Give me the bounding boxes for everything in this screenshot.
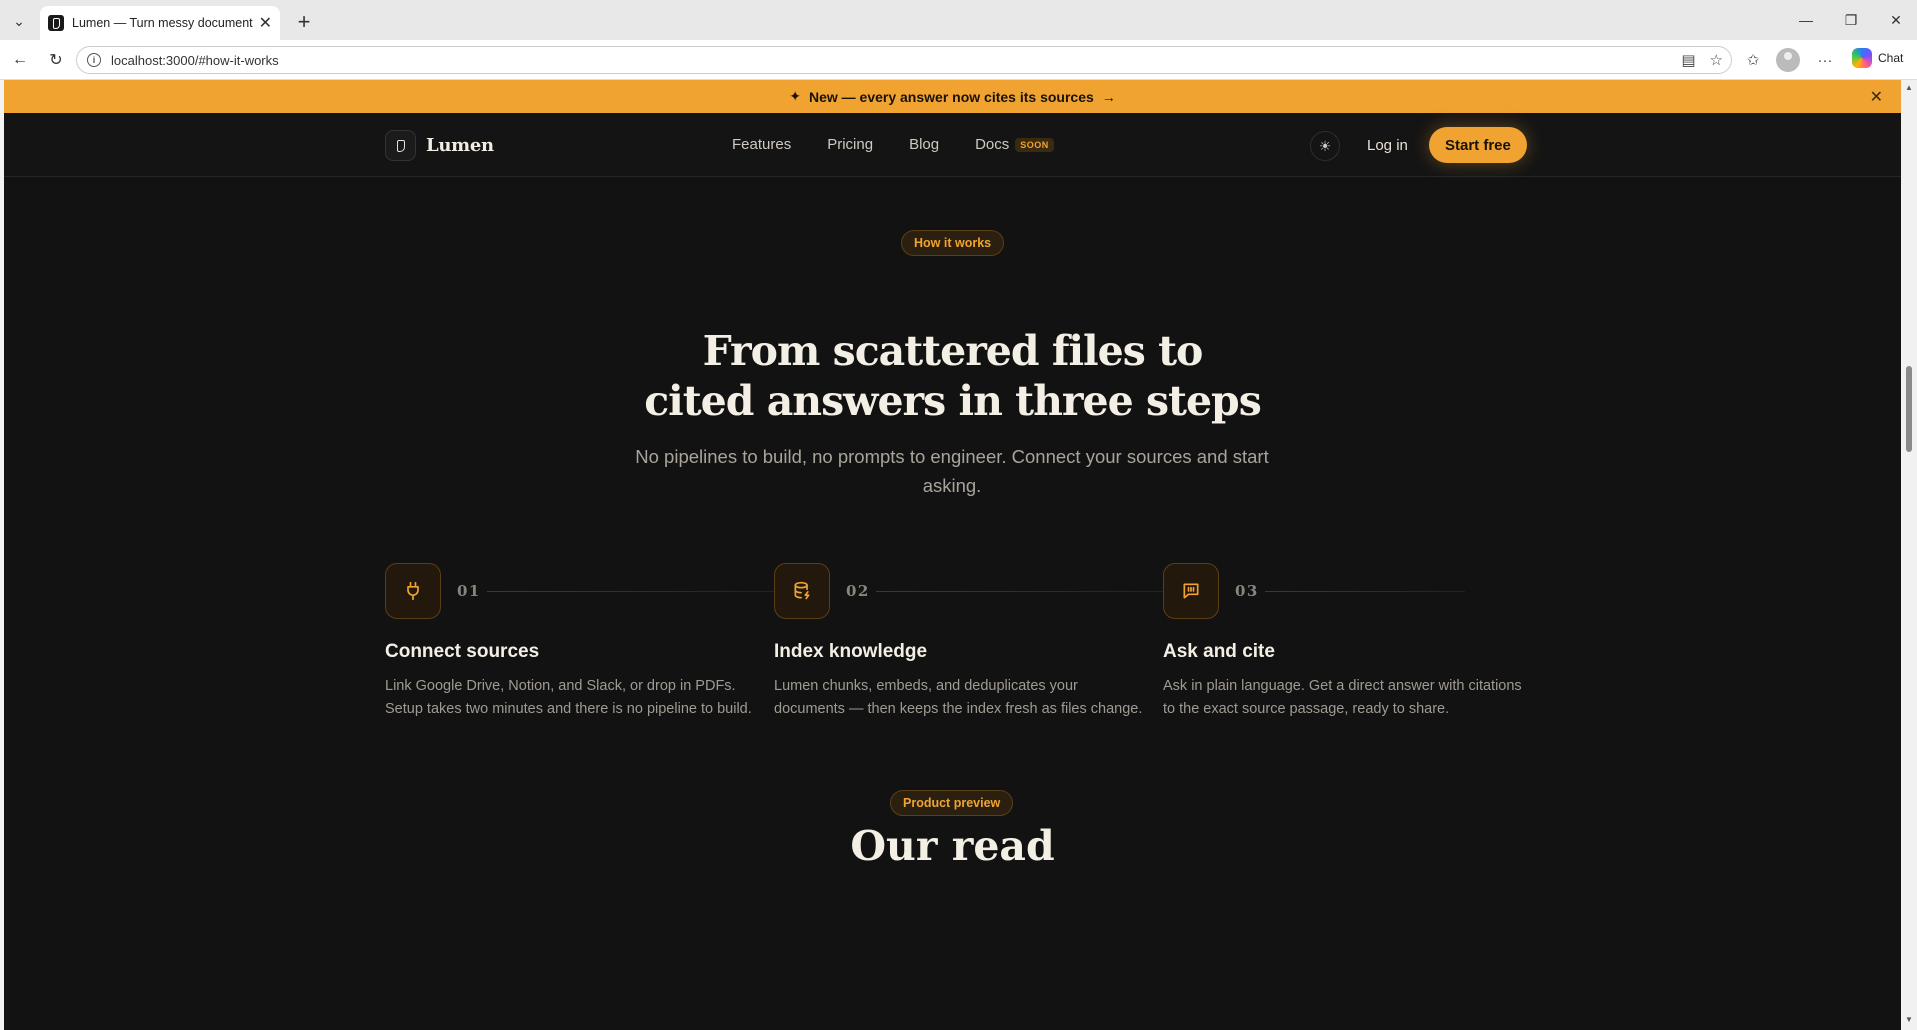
scroll-up-arrow-icon[interactable]: ▲ [1905,84,1913,92]
soon-badge: SOON [1015,137,1054,152]
step-title: Ask and cite [1163,641,1275,662]
how-it-works-pill: How it works [901,230,1005,256]
window-close-icon[interactable]: ✕ [1876,8,1916,32]
product-preview-title: Our read [850,822,1055,870]
headline-line-2: cited answers in three steps [644,377,1262,425]
favorites-icon[interactable]: ✩ [1740,48,1766,72]
step-description: Link Google Drive, Notion, and Slack, or… [385,678,752,717]
brand-name: Lumen [426,135,494,156]
database-icon [774,563,830,619]
headline-line-1: From scattered files to [702,327,1204,375]
tab-close-icon[interactable]: ✕ [259,13,272,33]
step-title: Index knowledge [774,641,928,662]
announcement-close-icon[interactable]: ✕ [1870,87,1883,107]
browser-tab-bar: ⌄ Lumen — Turn messy documents ✕ + — ❐ ✕ [0,0,1917,40]
section-headline: From scattered files to cited answers in… [4,326,1901,426]
step-title: Connect sources [385,641,540,662]
new-tab-plus-icon[interactable]: + [290,8,318,36]
sparkle-icon: ✦ [789,88,801,104]
site-info-icon[interactable]: i [87,53,101,67]
nav-link-docs-label: Docs [975,136,1010,153]
announcement-bar[interactable]: ✦ New — every answer now cites its sourc… [4,80,1901,113]
page-viewport: ✦ New — every answer now cites its sourc… [4,80,1901,1030]
copilot-chat-button[interactable]: Chat [1852,48,1903,68]
nav-link-features[interactable]: Features [732,136,791,153]
step-description: Lumen chunks, embeds, and deduplicates y… [774,678,1143,717]
start-free-button[interactable]: Start free [1429,127,1527,163]
nav-link-pricing[interactable]: Pricing [827,136,873,153]
step-number: 03 [1235,582,1259,600]
primary-nav: Features Pricing Blog Docs SOON [732,136,1054,153]
browser-tab[interactable]: Lumen — Turn messy documents ✕ [40,6,280,40]
url-text: localhost:3000/#how-it-works [111,52,279,68]
lumen-favicon-icon [48,15,64,31]
login-link[interactable]: Log in [1367,137,1408,154]
step-number: 02 [846,582,870,600]
step-connector-line [876,591,1166,592]
reload-icon[interactable]: ↻ [44,48,68,72]
address-bar-row: ← ↻ i localhost:3000/#how-it-works ▤ ☆ ✩… [0,40,1917,80]
brand-logo[interactable]: Lumen [385,130,494,161]
step-number: 01 [457,582,481,600]
tab-list-chevron-icon[interactable]: ⌄ [6,8,32,34]
plug-icon [385,563,441,619]
minimize-icon[interactable]: — [1786,8,1826,32]
back-arrow-icon[interactable]: ← [8,48,32,72]
restore-icon[interactable]: ❐ [1831,8,1871,32]
profile-avatar[interactable] [1776,48,1800,72]
scroll-down-arrow-icon[interactable]: ▼ [1905,1016,1913,1024]
site-header: Lumen Features Pricing Blog Docs SOON ☀ … [4,113,1901,177]
theme-toggle-sun-icon[interactable]: ☀ [1310,131,1340,161]
chat-icon [1163,563,1219,619]
chat-label: Chat [1878,51,1904,65]
lumen-logo-icon [385,130,416,161]
reader-view-icon[interactable]: ▤ [1681,51,1695,69]
tab-title: Lumen — Turn messy documents [72,16,253,30]
page-scrollbar[interactable]: ▲ ▼ [1901,80,1917,1030]
step-connector-line [487,591,777,592]
announcement-text: New — every answer now cites its sources [808,88,1094,105]
copilot-icon [1852,48,1872,68]
step-description: Ask in plain language. Get a direct answ… [1163,678,1522,717]
scroll-thumb[interactable] [1906,366,1912,452]
arrow-right-icon: → [1101,88,1116,105]
section-subheading: No pipelines to build, no prompts to eng… [635,446,1269,496]
product-preview-pill: Product preview [890,790,1014,816]
url-field[interactable]: i localhost:3000/#how-it-works ▤ ☆ [76,46,1732,74]
nav-link-blog[interactable]: Blog [909,136,939,153]
step-connector-line [1265,591,1465,592]
favorite-star-icon[interactable]: ☆ [1710,51,1723,69]
nav-link-docs[interactable]: Docs SOON [975,136,1054,153]
more-menu-icon[interactable]: ··· [1812,48,1838,72]
